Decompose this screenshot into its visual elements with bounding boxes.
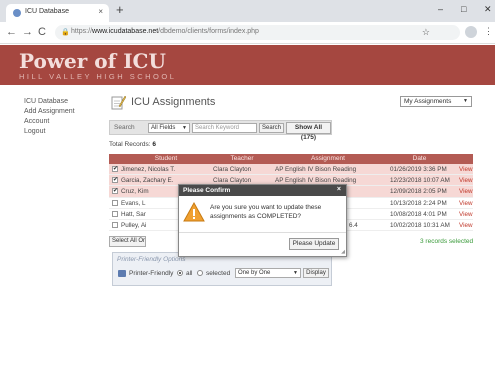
minimize-button[interactable]: – <box>438 4 443 14</box>
lock-icon: 🔒 <box>61 29 70 36</box>
total-records-label: Total Records: <box>109 141 151 148</box>
print-mode-value: One by One <box>238 270 271 276</box>
view-link[interactable]: View <box>459 166 473 173</box>
printer-label: Printer-Friendly <box>129 270 174 277</box>
profile-avatar[interactable] <box>465 26 477 38</box>
maximize-button[interactable]: □ <box>461 4 466 14</box>
radio-selected-label: selected <box>206 270 231 277</box>
search-bar: Search All Fields ▼ Search Keyword Searc… <box>109 120 332 141</box>
view-link[interactable]: View <box>459 222 473 229</box>
radio-all[interactable] <box>177 270 183 276</box>
records-selected: 3 records selected <box>420 238 474 245</box>
total-records: Total Records: 6 <box>109 141 156 148</box>
print-mode-select[interactable]: One by One ▼ <box>235 268 301 278</box>
cell-student: Jimenez, Nicolas T. <box>121 166 176 173</box>
cell-assignment: 6.4 <box>349 221 358 229</box>
radio-selected[interactable] <box>197 270 203 276</box>
printer-icon <box>118 270 126 277</box>
site-subtitle: HILL VALLEY HIGH SCHOOL <box>19 72 177 81</box>
search-field-value: All Fields <box>151 125 176 131</box>
table-header: Student Teacher Assignment Date <box>109 154 473 164</box>
address-bar: ← → C 🔒 https://www.icudatabase.net/dbde… <box>0 22 495 44</box>
table-row[interactable]: ✔ Jimenez, Nicolas T. Clara Clayton AP E… <box>109 164 473 176</box>
tab-title: ICU Database <box>25 8 69 15</box>
row-checkbox[interactable]: ✔ <box>112 177 118 184</box>
printer-options: Printer-Friendly Options Printer-Friendl… <box>112 252 332 286</box>
cell-date: 10/08/2018 4:01 PM <box>390 210 447 218</box>
please-update-button[interactable]: Please Update <box>289 238 339 250</box>
search-field-select[interactable]: All Fields ▼ <box>148 123 190 133</box>
search-input[interactable]: Search Keyword <box>192 123 257 133</box>
site-header: Power of ICU HILL VALLEY HIGH SCHOOL <box>0 45 495 85</box>
cell-date: 12/23/2018 10:07 AM <box>390 177 450 185</box>
chevron-down-icon: ▼ <box>182 125 187 131</box>
forward-icon[interactable]: → <box>22 26 33 38</box>
view-link[interactable]: View <box>459 211 473 218</box>
chevron-down-icon: ▼ <box>463 98 468 104</box>
col-student[interactable]: Student <box>121 155 211 162</box>
row-checkbox[interactable]: ✔ <box>112 188 118 195</box>
tab-close-icon[interactable]: × <box>98 7 103 16</box>
sidebar-item-add-assignment[interactable]: Add Assignment <box>24 107 75 117</box>
col-teacher[interactable]: Teacher <box>211 155 273 162</box>
dialog-titlebar[interactable]: Please Confirm × <box>179 185 346 196</box>
new-tab-button[interactable]: + <box>116 3 124 16</box>
cell-date: 10/13/2018 2:24 PM <box>390 199 447 207</box>
resize-grip-icon[interactable]: ◢ <box>341 249 345 255</box>
bookmark-star-icon[interactable]: ☆ <box>422 27 430 38</box>
dialog-message: Are you sure you want to update these as… <box>210 204 322 220</box>
sidebar-item-icu-database[interactable]: ICU Database <box>24 97 75 107</box>
assignment-view-select[interactable]: My Assignments ▼ <box>400 96 472 107</box>
show-all-button[interactable]: Show All (175) <box>286 122 331 141</box>
radio-all-label: all <box>186 270 193 277</box>
page-title: ICU Assignments <box>131 96 216 108</box>
row-checkbox[interactable] <box>112 199 118 206</box>
cell-date: 10/02/2018 10:31 AM <box>390 221 450 229</box>
sidebar-item-account[interactable]: Account <box>24 117 75 127</box>
col-date[interactable]: Date <box>383 155 456 162</box>
sidebar-nav: ICU Database Add Assignment Account Logo… <box>24 97 75 137</box>
url-field[interactable]: 🔒 https://www.icudatabase.net/dbdemo/cli… <box>55 25 460 40</box>
total-records-value: 6 <box>152 141 156 148</box>
browser-menu-icon[interactable]: ⋮ <box>484 26 493 37</box>
cell-date: 12/09/2018 2:05 PM <box>390 188 447 196</box>
chevron-down-icon: ▼ <box>293 270 298 276</box>
sidebar-item-logout[interactable]: Logout <box>24 127 75 137</box>
row-checkbox[interactable]: ✔ <box>112 166 118 172</box>
display-button[interactable]: Display <box>303 268 329 278</box>
row-checkbox[interactable] <box>112 221 118 228</box>
select-all-button[interactable]: Select All On <box>109 236 146 247</box>
cell-assignment: AP English IV Bison Reading <box>275 166 357 173</box>
view-select-value: My Assignments <box>404 98 452 105</box>
confirm-dialog: Please Confirm × Are you sure you want t… <box>178 184 347 257</box>
close-window-button[interactable]: ✕ <box>484 4 492 15</box>
cell-teacher: Clara Clayton <box>213 166 252 173</box>
dialog-divider <box>179 232 346 233</box>
row-checkbox[interactable] <box>112 210 118 217</box>
search-button[interactable]: Search <box>259 123 284 133</box>
browser-tabbar: ICU Database × + – □ ✕ <box>0 0 495 22</box>
view-link[interactable]: View <box>459 200 473 207</box>
view-link[interactable]: View <box>459 188 473 195</box>
search-label: Search <box>114 124 135 131</box>
col-assignment[interactable]: Assignment <box>273 155 383 162</box>
close-icon[interactable]: × <box>337 186 341 193</box>
assignment-icon <box>111 95 126 110</box>
cell-date: 01/26/2019 3:36 PM <box>390 166 447 173</box>
url-text: https://www.icudatabase.net/dbdemo/clien… <box>71 28 259 35</box>
warning-icon <box>183 202 205 222</box>
view-link[interactable]: View <box>459 177 473 184</box>
back-icon[interactable]: ← <box>6 26 17 38</box>
printer-options-title: Printer-Friendly Options <box>117 256 186 263</box>
reload-icon[interactable]: C <box>38 26 46 38</box>
browser-tab[interactable]: ICU Database × <box>6 4 109 22</box>
dialog-title: Please Confirm <box>183 187 231 194</box>
site-logo[interactable]: Power of ICU <box>19 51 166 71</box>
favicon-icon <box>13 9 21 17</box>
